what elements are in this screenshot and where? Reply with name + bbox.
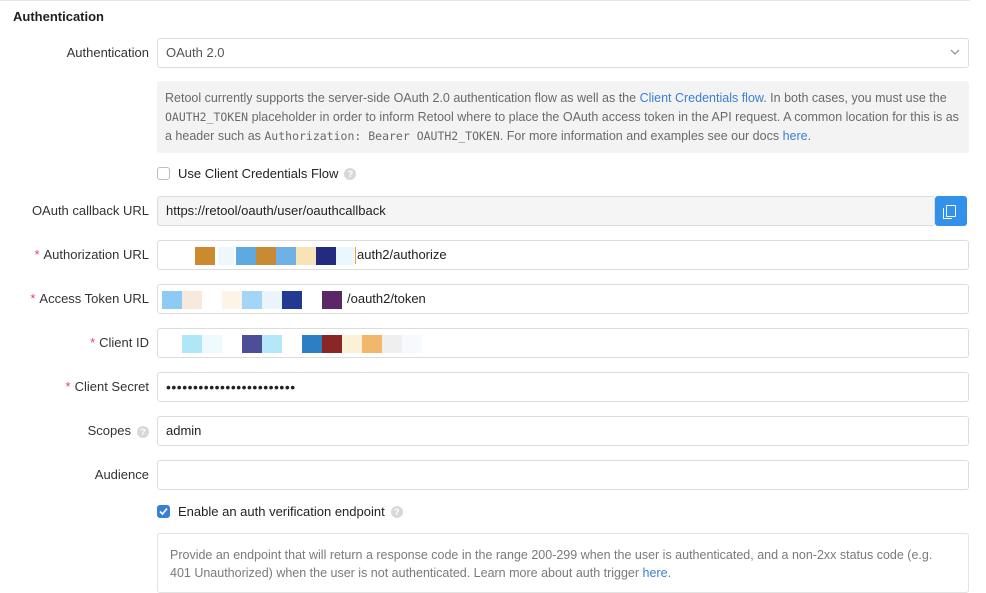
- scopes-label: Scopes?: [88, 423, 149, 438]
- scopes-value: admin: [166, 423, 202, 438]
- callback-url-label: OAuth callback URL: [31, 203, 149, 218]
- redacted-block: [256, 247, 276, 265]
- redacted-block: [262, 335, 282, 353]
- info-text: . In both cases, you must use the: [763, 91, 947, 105]
- verify-info-text: .: [667, 566, 672, 580]
- client-secret-label: * Client Secret: [65, 379, 149, 394]
- redacted-block: [162, 291, 182, 309]
- redacted-block: [302, 335, 322, 353]
- redacted-block: [362, 335, 382, 353]
- redacted-block: [276, 247, 296, 265]
- copy-icon: [943, 205, 956, 219]
- callback-url-field[interactable]: https://retool/oauth/user/oauthcallback: [157, 196, 935, 226]
- scopes-input[interactable]: admin: [157, 416, 969, 446]
- redacted-block: [322, 291, 342, 309]
- redacted-block: [236, 247, 256, 265]
- authorization-url-input[interactable]: auth2/authorize: [157, 240, 969, 270]
- verify-checkbox-row[interactable]: Enable an auth verification endpoint ?: [157, 504, 403, 519]
- audience-label: Audience: [94, 467, 149, 482]
- access-token-url-value: /oauth2/token: [347, 291, 426, 306]
- access-token-url-label: * Access Token URL: [30, 291, 149, 306]
- authorization-url-value: auth2/authorize: [357, 247, 447, 262]
- client-id-input[interactable]: [157, 328, 969, 358]
- info-text: .: [807, 129, 812, 143]
- redacted-block: [218, 247, 234, 265]
- info-code: Authorization: Bearer OAUTH2_TOKEN: [264, 129, 500, 143]
- authentication-select[interactable]: OAuth 2.0: [157, 38, 969, 68]
- chevron-down-icon: [950, 39, 960, 78]
- help-icon[interactable]: ?: [390, 505, 403, 518]
- authentication-label: Authentication: [66, 45, 149, 60]
- info-text: . For more information and examples see …: [499, 129, 783, 143]
- docs-link[interactable]: here: [783, 129, 808, 143]
- section-title: Authentication: [13, 9, 104, 24]
- redacted-block: [382, 335, 402, 353]
- callback-url-value: https://retool/oauth/user/oauthcallback: [166, 203, 386, 218]
- verify-label: Enable an auth verification endpoint: [178, 504, 385, 519]
- authorization-url-label: * Authorization URL: [34, 247, 149, 262]
- redacted-block: [296, 247, 316, 265]
- verify-checkbox[interactable]: [157, 505, 170, 518]
- verify-info-box: Provide an endpoint that will return a r…: [157, 533, 969, 593]
- help-icon[interactable]: ?: [137, 425, 149, 438]
- redacted-block: [182, 335, 202, 353]
- redacted-block: [282, 291, 302, 309]
- client-credentials-checkbox[interactable]: [157, 167, 170, 180]
- oauth-info-box: Retool currently supports the server-sid…: [157, 81, 969, 153]
- redacted-block: [202, 335, 222, 353]
- redacted-block: [222, 291, 242, 309]
- check-icon: [159, 507, 168, 516]
- client-credentials-checkbox-row[interactable]: Use Client Credentials Flow ?: [157, 166, 357, 181]
- info-text: Retool currently supports the server-sid…: [165, 91, 640, 105]
- help-icon[interactable]: ?: [344, 167, 357, 180]
- redacted-block: [195, 247, 215, 265]
- redacted-block: [182, 291, 202, 309]
- info-code: OAUTH2_TOKEN: [165, 110, 249, 124]
- text-cursor: [355, 247, 356, 264]
- top-divider: [0, 0, 970, 1]
- client-credentials-link[interactable]: Client Credentials flow: [640, 91, 764, 105]
- access-token-url-input[interactable]: /oauth2/token: [157, 284, 969, 314]
- redacted-block: [316, 247, 336, 265]
- redacted-block: [242, 335, 262, 353]
- verify-info-text: Provide an endpoint that will return a r…: [170, 548, 933, 580]
- redacted-block: [262, 291, 282, 309]
- authentication-select-value: OAuth 2.0: [166, 45, 225, 60]
- redacted-block: [242, 291, 262, 309]
- auth-trigger-link[interactable]: here: [643, 566, 668, 580]
- client-secret-input[interactable]: ••••••••••••••••••••••••: [157, 372, 969, 402]
- client-secret-value: ••••••••••••••••••••••••: [166, 379, 296, 395]
- copy-button[interactable]: [935, 196, 967, 226]
- client-id-label: * Client ID: [90, 335, 149, 350]
- redacted-block: [322, 335, 342, 353]
- client-credentials-label: Use Client Credentials Flow: [178, 166, 339, 181]
- audience-input[interactable]: [157, 460, 969, 490]
- redacted-block: [342, 335, 362, 353]
- redacted-block: [402, 335, 422, 353]
- redacted-block: [336, 247, 354, 265]
